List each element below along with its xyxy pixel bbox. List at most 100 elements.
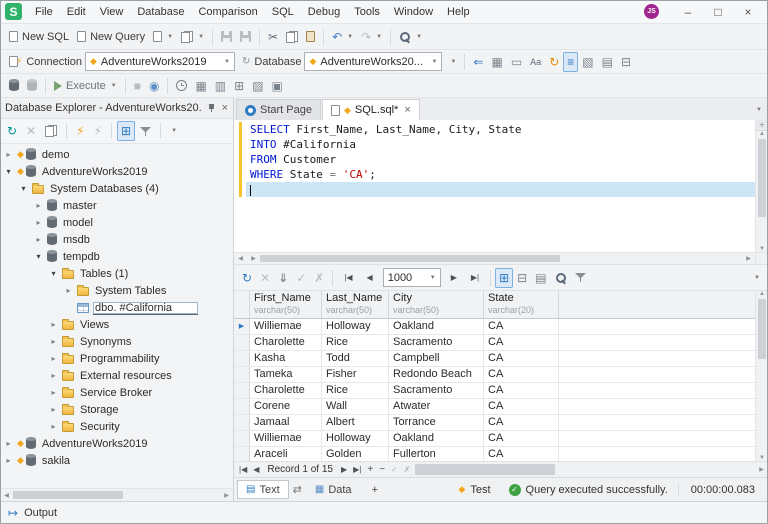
tab-text[interactable]: ▤ Text bbox=[237, 480, 289, 499]
scroll-right-icon[interactable]: ▶ bbox=[220, 492, 233, 499]
bookmark-next-icon[interactable]: ▶ bbox=[247, 255, 260, 262]
database-combobox[interactable]: ◆ AdventureWorks20... ▼ bbox=[304, 52, 442, 71]
menu-tools[interactable]: Tools bbox=[347, 2, 387, 22]
new-connection-button[interactable]: ⚡ bbox=[72, 121, 88, 141]
sql-editor[interactable]: SELECT First_Name, Last_Name, City, Stat… bbox=[234, 120, 768, 252]
tree-item[interactable]: ▸◆AdventureWorks2019 bbox=[0, 435, 233, 452]
comment-button[interactable]: ▧ bbox=[578, 52, 597, 72]
new-window-button[interactable]: ▼ bbox=[177, 27, 208, 47]
swap-panes-icon[interactable]: ⇄ bbox=[291, 483, 304, 496]
expand-arrow[interactable]: ▾ bbox=[34, 252, 43, 261]
editor-vscrollbar[interactable]: ÷ ▲ ▼ bbox=[755, 120, 768, 252]
tree-item[interactable]: ▸Programmability bbox=[0, 350, 233, 367]
append-record-button[interactable]: + bbox=[364, 464, 376, 475]
grid-cell[interactable]: Todd bbox=[322, 351, 389, 366]
expand-arrow[interactable]: ▾ bbox=[4, 167, 13, 176]
snippets-button[interactable]: ▦ bbox=[487, 52, 506, 72]
tree-item[interactable]: ▾◆AdventureWorks2019 bbox=[0, 163, 233, 180]
database-refresh-button[interactable]: ↻ bbox=[238, 52, 254, 72]
prev-page-button[interactable]: ◀ bbox=[360, 268, 380, 288]
expand-arrow[interactable]: ▸ bbox=[34, 218, 43, 227]
collapse-button[interactable]: ⊟ bbox=[617, 52, 635, 72]
grid-cell[interactable]: Araceli bbox=[250, 447, 322, 461]
selection-button[interactable]: ▭ bbox=[507, 52, 526, 72]
add-result-tab-button[interactable]: + bbox=[363, 480, 387, 499]
cancel-edit-button[interactable]: ✗ bbox=[401, 465, 414, 474]
expand-arrow[interactable]: ▸ bbox=[49, 337, 58, 346]
end-edit-button[interactable]: ✓ bbox=[388, 465, 401, 474]
tree-item[interactable]: dbo. #California bbox=[0, 299, 233, 316]
tree-item[interactable]: ▾System Databases (4) bbox=[0, 180, 233, 197]
grid-cell[interactable]: CA bbox=[484, 351, 559, 366]
refresh-button[interactable]: ↻ bbox=[3, 121, 21, 141]
query-plan-button[interactable]: ▦ bbox=[191, 76, 210, 96]
grid-cell[interactable]: Corene bbox=[250, 399, 322, 414]
grid-cell[interactable]: CA bbox=[484, 431, 559, 446]
refresh-results-button[interactable]: ↻ bbox=[238, 268, 256, 288]
grid-cell[interactable]: CA bbox=[484, 383, 559, 398]
grid-cell[interactable]: Fullerton bbox=[389, 447, 484, 461]
grid-cell[interactable]: Albert bbox=[322, 415, 389, 430]
menu-help[interactable]: Help bbox=[440, 2, 477, 22]
grid-cell[interactable]: Rice bbox=[322, 335, 389, 350]
redo-button[interactable]: ↷▼ bbox=[357, 27, 386, 47]
expand-arrow[interactable]: ▾ bbox=[49, 269, 58, 278]
grid-cell[interactable]: Redondo Beach bbox=[389, 367, 484, 382]
scroll-right-icon[interactable]: ▶ bbox=[742, 255, 755, 262]
find-in-results-button[interactable] bbox=[551, 268, 571, 288]
scroll-thumb[interactable] bbox=[260, 255, 560, 262]
editor-line[interactable]: SELECT First_Name, Last_Name, City, Stat… bbox=[246, 122, 755, 137]
splitter-handle[interactable]: ÷ bbox=[756, 120, 768, 131]
execute-button[interactable]: Execute ▼ bbox=[50, 76, 121, 96]
scroll-right-icon[interactable]: ▶ bbox=[755, 466, 768, 473]
filter-results-button[interactable] bbox=[571, 268, 590, 288]
grid-cell[interactable]: Charolette bbox=[250, 335, 322, 350]
tree-item[interactable]: ▸Storage bbox=[0, 401, 233, 418]
grid-cell[interactable]: Tameka bbox=[250, 367, 322, 382]
grid-row[interactable]: JamaalAlbertTorranceCA bbox=[234, 415, 755, 431]
expand-arrow[interactable]: ▸ bbox=[4, 456, 13, 465]
designer-button[interactable]: ▣ bbox=[268, 76, 287, 96]
grid-cell[interactable]: Kasha bbox=[250, 351, 322, 366]
grid-cell[interactable]: Williemae bbox=[250, 319, 322, 334]
copy-button[interactable] bbox=[282, 27, 302, 47]
filter-button[interactable] bbox=[136, 121, 155, 141]
menu-view[interactable]: View bbox=[93, 2, 131, 22]
grid-cell[interactable]: CA bbox=[484, 367, 559, 382]
scroll-left-icon[interactable]: ◀ bbox=[0, 492, 13, 499]
grid-cell[interactable]: Williemae bbox=[250, 431, 322, 446]
grid-row[interactable]: ▶WilliemaeHollowayOaklandCA bbox=[234, 319, 755, 335]
expand-arrow[interactable]: ▸ bbox=[49, 405, 58, 414]
expand-arrow[interactable]: ▸ bbox=[49, 422, 58, 431]
paste-button[interactable] bbox=[302, 27, 319, 47]
grid-cell[interactable]: Torrance bbox=[389, 415, 484, 430]
maximize-button[interactable]: □ bbox=[703, 0, 733, 23]
grid-view-button[interactable]: ⊞ bbox=[495, 268, 513, 288]
disconnect-button[interactable]: ⚡ bbox=[90, 121, 106, 141]
fetch-size-combobox[interactable]: 1000 ▼ bbox=[383, 268, 441, 287]
outline-button[interactable]: ▤ bbox=[598, 52, 617, 72]
save-all-button[interactable] bbox=[236, 27, 255, 47]
menu-comparison[interactable]: Comparison bbox=[191, 2, 264, 22]
next-page-button[interactable]: ▶ bbox=[444, 268, 464, 288]
scroll-thumb[interactable] bbox=[13, 491, 123, 499]
grid-vscrollbar[interactable]: ▲ ▼ bbox=[755, 291, 768, 461]
grid-cell[interactable]: CA bbox=[484, 399, 559, 414]
grid-cell[interactable]: Atwater bbox=[389, 399, 484, 414]
expand-arrow[interactable]: ▸ bbox=[34, 201, 43, 210]
tab-start-page[interactable]: Start Page bbox=[236, 99, 321, 120]
connection-test-status[interactable]: ◆ Test bbox=[450, 484, 498, 496]
tree-item[interactable]: ▸◆demo bbox=[0, 146, 233, 163]
new-object-dropdown[interactable]: ▼ bbox=[149, 27, 177, 47]
group-objects-toggle[interactable]: ⊞ bbox=[117, 121, 135, 141]
navigate-back-button[interactable]: ⇐ bbox=[469, 52, 487, 72]
scroll-track[interactable] bbox=[260, 253, 742, 264]
scroll-thumb[interactable] bbox=[758, 299, 766, 359]
grid-row[interactable]: CharoletteRiceSacramentoCA bbox=[234, 335, 755, 351]
last-page-button[interactable]: ▶| bbox=[464, 268, 486, 288]
tree-item[interactable]: ▸System Tables bbox=[0, 282, 233, 299]
delete-record-button[interactable]: − bbox=[376, 464, 388, 475]
grid-cell[interactable]: Jamaal bbox=[250, 415, 322, 430]
export-data-button[interactable]: ⇓ bbox=[274, 268, 292, 288]
cut-button[interactable]: ✂ bbox=[264, 27, 282, 47]
